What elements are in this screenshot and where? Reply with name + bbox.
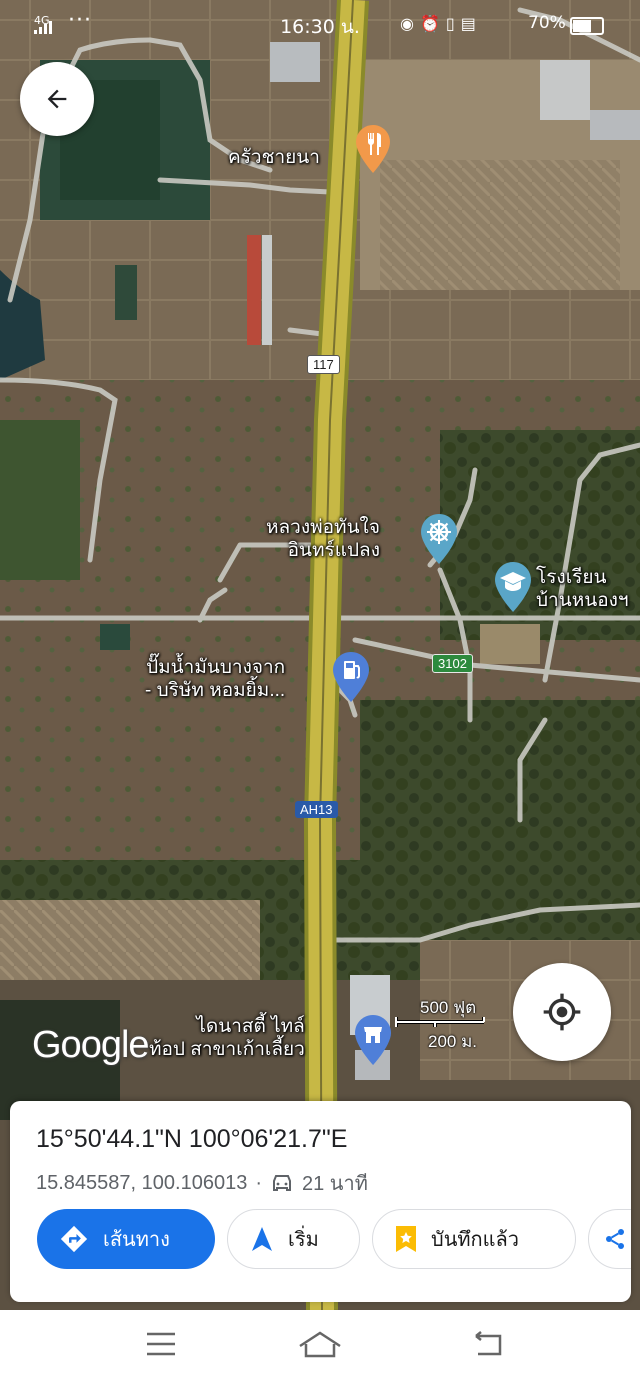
coordinates-row: 15.845587, 100.106013 · 21 นาที (36, 1167, 368, 1199)
back-button[interactable] (20, 62, 94, 136)
directions-icon (60, 1225, 88, 1253)
coordinates-decimal: 15.845587, 100.106013 (36, 1171, 248, 1194)
drive-time: 21 นาที (302, 1173, 368, 1195)
status-bar: 4G ··· 16:30 น. ◉⏰▯▤ 70% (0, 0, 640, 50)
battery-percent: 70% (528, 13, 566, 33)
place-sheet[interactable]: 15°50'44.1"N 100°06'21.7"E 15.845587, 10… (10, 1101, 631, 1302)
wifi-calling-icon: ▤ (460, 14, 482, 33)
vibrate-icon: ▯ (445, 14, 461, 33)
place-label-school[interactable]: โรงเรียน บ้านหนองฯ (536, 566, 629, 612)
menu-lines-icon (147, 1332, 175, 1356)
coordinates-dms: 15°50'44.1"N 100°06'21.7"E (36, 1125, 348, 1153)
battery-icon (570, 17, 604, 35)
navigation-arrow-icon (252, 1227, 272, 1251)
menu-button[interactable] (145, 1330, 177, 1362)
road-shield-ah13: AH13 (295, 801, 338, 818)
back-nav-button[interactable] (470, 1330, 506, 1364)
gas-station-icon[interactable] (333, 652, 369, 702)
temple-icon[interactable] (421, 514, 457, 564)
my-location-button[interactable] (513, 963, 611, 1061)
start-label: เริ่ม (288, 1227, 319, 1251)
store-icon[interactable] (355, 1015, 391, 1065)
restaurant-icon[interactable] (356, 125, 390, 173)
home-button[interactable] (298, 1330, 342, 1366)
school-icon[interactable] (495, 562, 531, 612)
place-label-gas-station[interactable]: ปั๊มน้ำมันบางจาก - บริษัท หอมยิ้ม... (145, 656, 285, 702)
status-icons: ◉⏰▯▤ (400, 14, 482, 33)
road-shield-117: 117 (307, 355, 340, 374)
bookmark-star-icon (396, 1226, 416, 1252)
separator: · (255, 1171, 262, 1194)
back-nav-icon (475, 1331, 502, 1356)
alarm-icon: ⏰ (419, 14, 446, 33)
arrow-back-icon (47, 89, 67, 109)
start-button[interactable]: เริ่ม (227, 1209, 360, 1269)
google-logo: Google (32, 1024, 150, 1066)
location-status-icon: ◉ (400, 14, 420, 33)
saved-button[interactable]: บันทึกแล้ว (372, 1209, 576, 1269)
scale-bar (395, 1017, 485, 1027)
my-location-icon (543, 993, 581, 1031)
directions-label: เส้นทาง (103, 1227, 170, 1251)
place-label-store[interactable]: ไดนาสตี้ ไทล์ ท้อป สาขาเก้าเลี้ยว (149, 1015, 305, 1061)
place-label-restaurant[interactable]: ครัวชายนา (228, 146, 320, 169)
place-label-temple[interactable]: หลวงพ่อทันใจ อินทร์แปลง (266, 516, 380, 562)
car-icon (273, 1175, 291, 1191)
saved-label: บันทึกแล้ว (431, 1227, 520, 1251)
share-button[interactable] (588, 1209, 631, 1269)
home-icon (299, 1331, 341, 1358)
system-nav-bar (0, 1310, 640, 1386)
share-icon (606, 1229, 624, 1249)
directions-button[interactable]: เส้นทาง (37, 1209, 215, 1269)
scale-meters: 200 ม. (428, 1032, 478, 1051)
road-shield-3102: 3102 (432, 654, 473, 673)
